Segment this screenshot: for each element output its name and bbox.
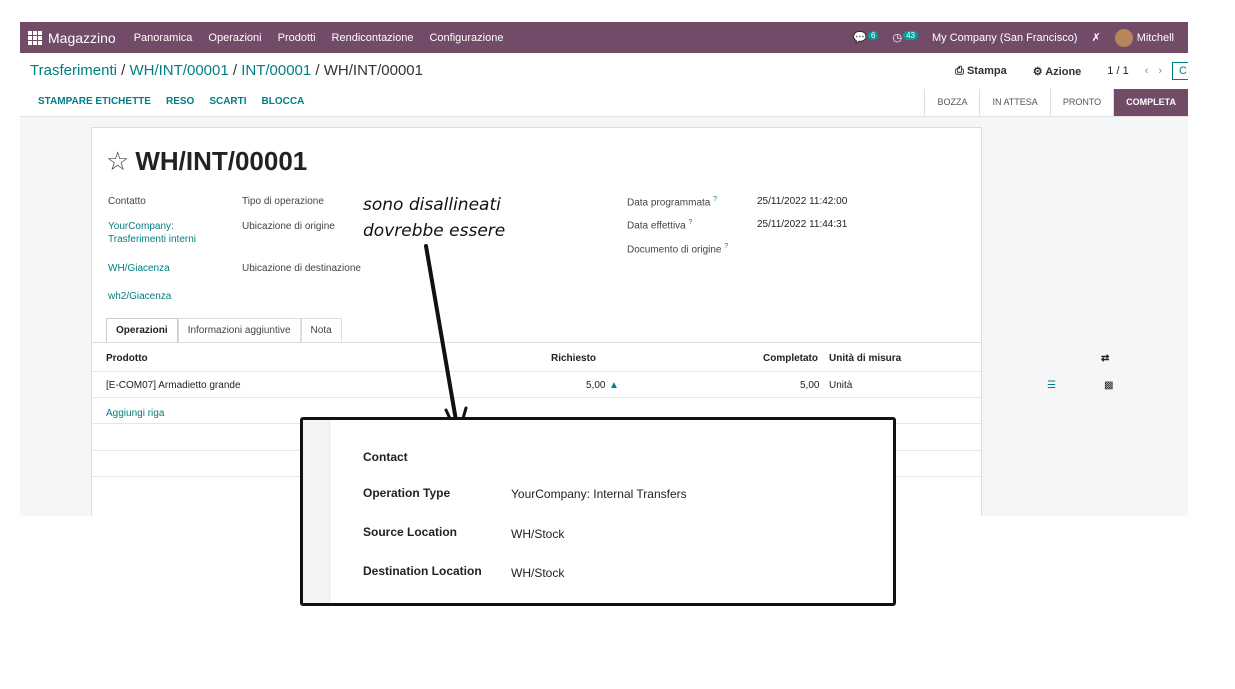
popup-operation-type-label: Operation Type — [363, 486, 451, 500]
popup-destination-value[interactable]: WH/Stock — [511, 566, 564, 580]
popup-source-label: Source Location — [363, 525, 458, 539]
popup-side-strip — [303, 420, 331, 603]
reference-popup: Contact Operation Type YourCompany: Inte… — [300, 417, 896, 606]
popup-contact-label: Contact — [363, 450, 408, 464]
popup-source-value[interactable]: WH/Stock — [511, 527, 564, 541]
popup-destination-label: Destination Location — [363, 564, 482, 578]
popup-operation-type-value[interactable]: YourCompany: Internal Transfers — [511, 487, 687, 501]
